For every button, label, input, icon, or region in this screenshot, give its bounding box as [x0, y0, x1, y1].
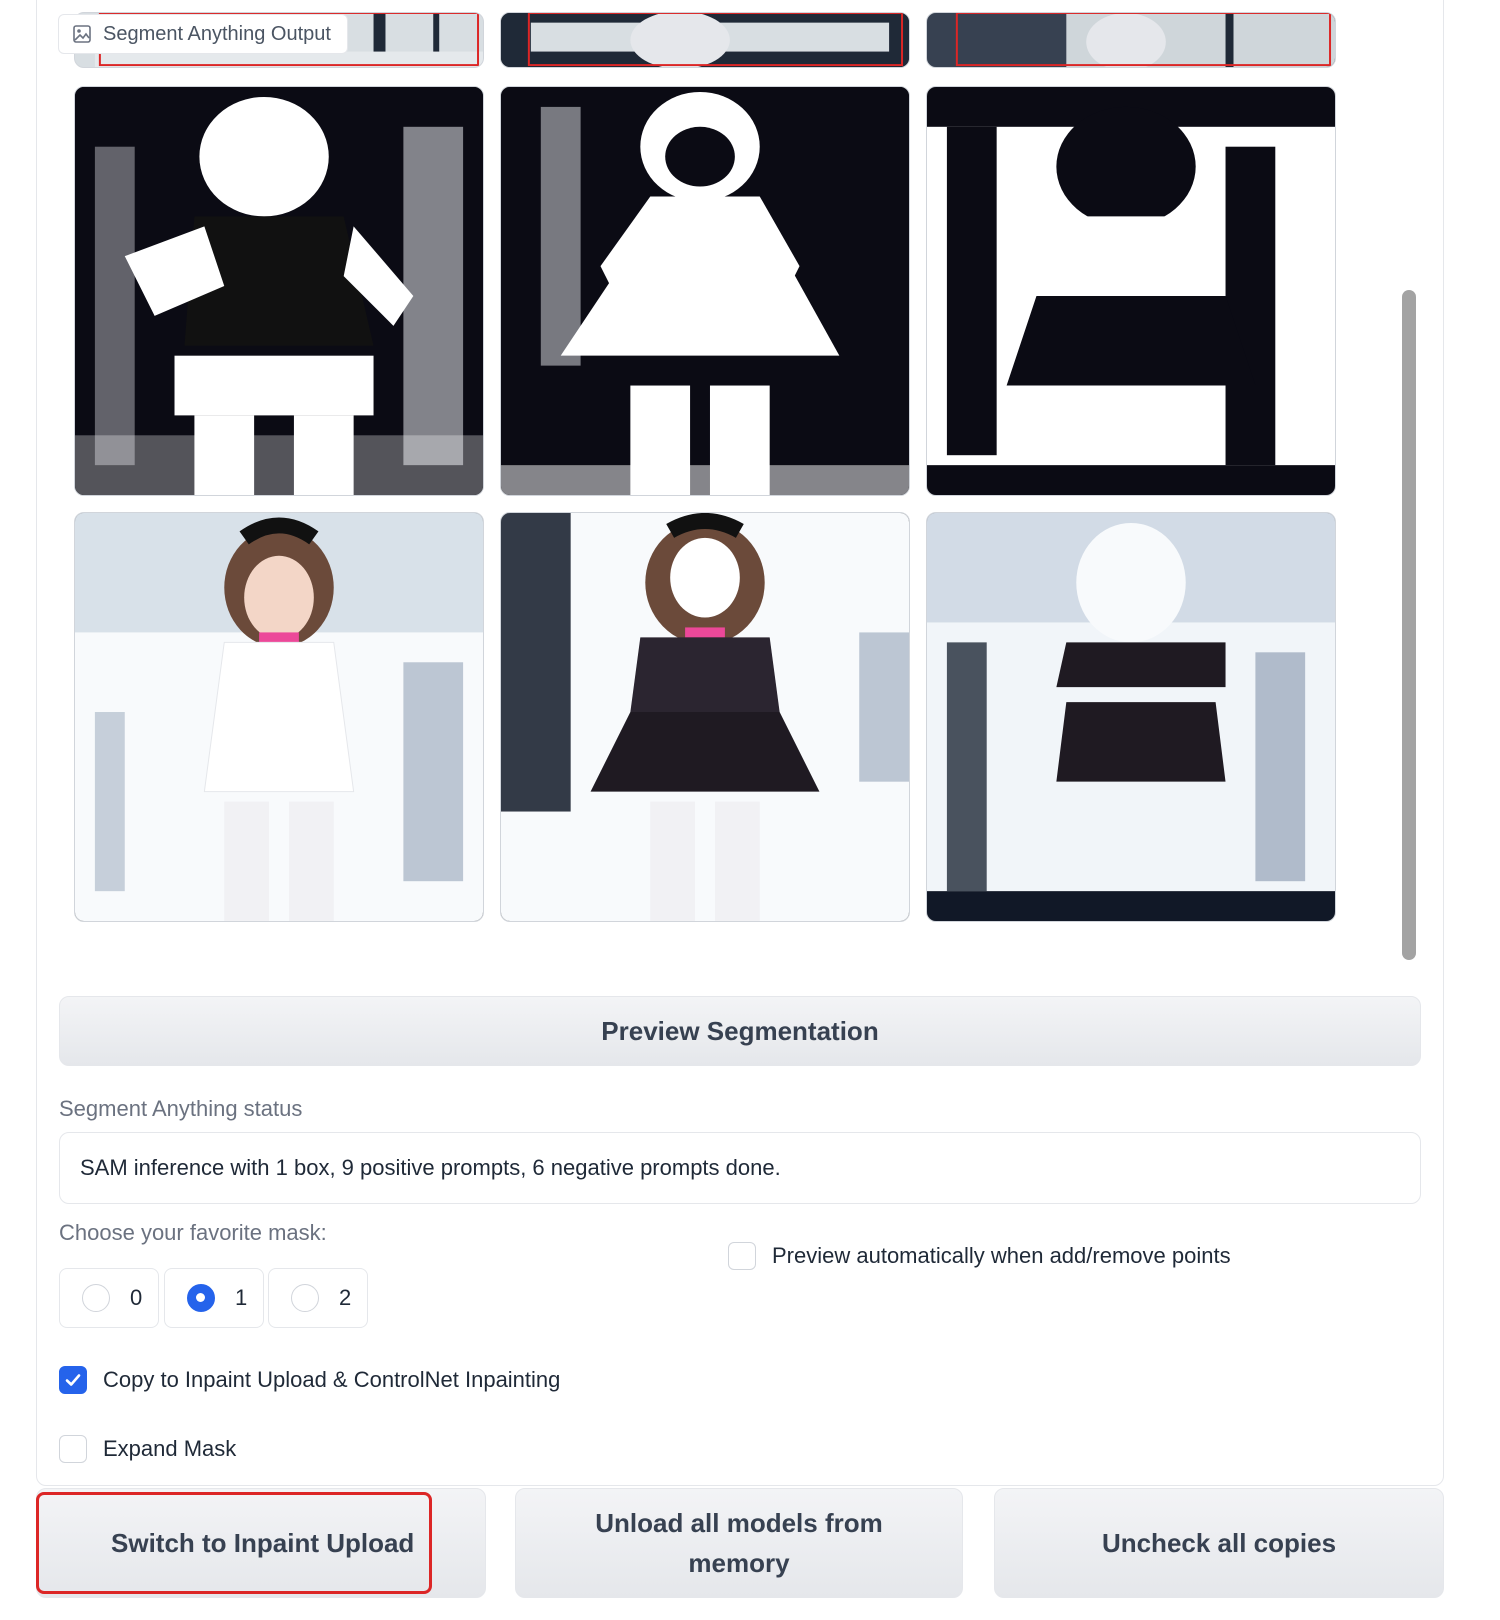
mask-option-0-label: 0 [130, 1285, 143, 1310]
expand-mask-checkbox-row[interactable]: Expand Mask [59, 1435, 236, 1463]
mask-choice-label: Choose your favorite mask: [59, 1220, 327, 1245]
gallery-thumb-image-0[interactable] [74, 512, 484, 922]
mask-option-2[interactable]: 2 [268, 1268, 368, 1328]
gallery-scrollbar-thumb[interactable] [1402, 290, 1416, 960]
checkmark-icon [65, 1374, 81, 1386]
uncheck-all-copies-button[interactable]: Uncheck all copies [994, 1488, 1444, 1598]
switch-to-inpaint-upload-button[interactable]: Switch to Inpaint Upload [36, 1488, 486, 1598]
gallery-thumb-mask-2[interactable] [926, 86, 1336, 496]
radio-button-1[interactable] [187, 1284, 215, 1312]
gallery-thumb-top-3[interactable] [926, 12, 1336, 68]
expand-mask-checkbox[interactable] [59, 1435, 87, 1463]
mask-option-0[interactable]: 0 [59, 1268, 159, 1328]
gallery-thumb-mask-0[interactable] [74, 86, 484, 496]
gallery-thumb-image-2[interactable] [926, 512, 1336, 922]
gallery-thumb-mask-1[interactable] [500, 86, 910, 496]
gallery-thumb-top-2[interactable] [500, 12, 910, 68]
auto-preview-checkbox-row[interactable]: Preview automatically when add/remove po… [728, 1242, 1231, 1270]
status-textbox[interactable]: SAM inference with 1 box, 9 positive pro… [59, 1132, 1421, 1204]
radio-button-0[interactable] [82, 1284, 110, 1312]
auto-preview-label: Preview automatically when add/remove po… [772, 1243, 1231, 1268]
gallery-thumb-image-1[interactable] [500, 512, 910, 922]
mask-option-1[interactable]: 1 [164, 1268, 264, 1328]
copy-inpaint-checkbox-row[interactable]: Copy to Inpaint Upload & ControlNet Inpa… [59, 1366, 560, 1394]
status-label: Segment Anything status [59, 1096, 303, 1121]
gallery-label: Segment Anything Output [58, 14, 348, 54]
expand-mask-label: Expand Mask [103, 1436, 237, 1461]
unload-models-button[interactable]: Unload all models from memory [515, 1488, 963, 1598]
gallery-label-text: Segment Anything Output [103, 22, 331, 45]
output-gallery [74, 12, 1412, 952]
copy-inpaint-checkbox[interactable] [59, 1366, 87, 1394]
copy-inpaint-label: Copy to Inpaint Upload & ControlNet Inpa… [103, 1367, 561, 1392]
mask-option-1-label: 1 [235, 1285, 248, 1310]
mask-option-2-label: 2 [339, 1285, 352, 1310]
status-value: SAM inference with 1 box, 9 positive pro… [80, 1155, 781, 1180]
preview-segmentation-button[interactable]: Preview Segmentation [59, 996, 1421, 1066]
radio-button-2[interactable] [291, 1284, 319, 1312]
auto-preview-checkbox[interactable] [728, 1242, 756, 1270]
image-icon [73, 25, 91, 43]
